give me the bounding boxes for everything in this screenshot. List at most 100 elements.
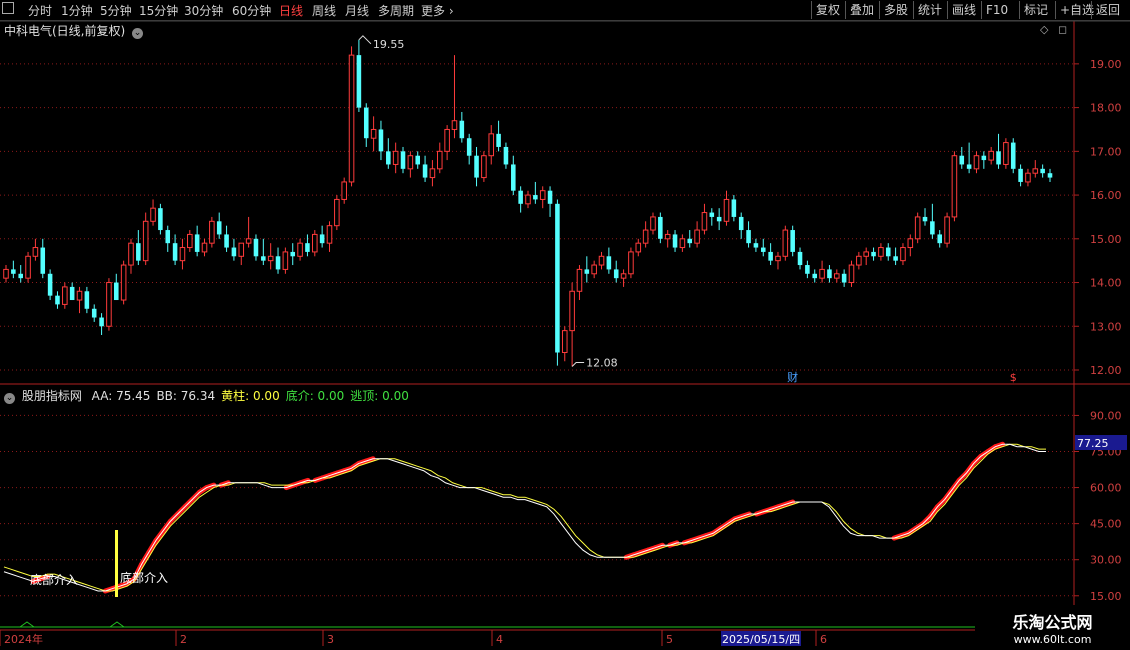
- candle-body: [827, 269, 832, 279]
- candle-body: [386, 151, 391, 165]
- candle-body: [91, 308, 97, 318]
- candle-body: [451, 120, 458, 130]
- candle-body: [305, 243, 310, 252]
- chevron-down-icon[interactable]: ⌄: [4, 393, 15, 404]
- candle-body: [533, 195, 538, 200]
- candle-body: [76, 290, 83, 301]
- current-value-text: 77.25: [1077, 437, 1109, 450]
- stock-chart[interactable]: 12.00 13.00 14.00 15.00 16.00 17.00 18.00 19.00…: [0, 0, 1130, 650]
- ind-ytick-5: 90.00: [1090, 409, 1122, 422]
- candle-body: [539, 190, 546, 200]
- restore-window-icon[interactable]: ◻: [1058, 23, 1067, 36]
- candle-body: [120, 264, 127, 301]
- candle-body: [84, 291, 90, 309]
- candle-body: [834, 273, 840, 279]
- green-peak-1: [109, 621, 125, 628]
- candle-body: [267, 255, 274, 262]
- candle-body: [672, 234, 678, 248]
- candle-body: [709, 212, 715, 217]
- event-marker-1: $: [1010, 371, 1017, 384]
- candle-body: [370, 128, 377, 139]
- candle-body: [790, 230, 795, 252]
- diamond-icon[interactable]: ◇: [1040, 23, 1048, 36]
- candle-body: [40, 247, 46, 274]
- candle-body: [187, 233, 193, 249]
- candle-body: [775, 255, 781, 262]
- candle-body: [863, 251, 869, 257]
- candle-body: [746, 230, 751, 244]
- green-peak-0: [19, 621, 35, 628]
- main-panel-title: 中科电气(日线,前复权) ⌄: [4, 24, 144, 39]
- candle-body: [871, 251, 876, 257]
- yellow-bar: [115, 530, 118, 597]
- candle-body: [856, 255, 862, 266]
- candle-body: [25, 255, 31, 279]
- chevron-down-icon[interactable]: ⌄: [132, 28, 144, 39]
- candle-body: [481, 155, 487, 179]
- bb-line: [3, 443, 1046, 592]
- min-pointer: [571, 362, 585, 367]
- candle-body: [172, 243, 178, 261]
- candle-body: [937, 234, 942, 244]
- event-marker-0: 财: [787, 370, 798, 384]
- candle-body: [687, 238, 693, 244]
- aa-line: [3, 443, 1046, 592]
- candle-body: [459, 120, 465, 139]
- candle-body: [1003, 142, 1009, 165]
- candle-body: [319, 234, 325, 244]
- candle-body: [760, 247, 766, 252]
- xaxis-label-4: 5: [666, 633, 673, 646]
- candle-body: [561, 330, 568, 354]
- main-ytick-1: 13.00: [1090, 320, 1122, 333]
- candle-body: [878, 247, 884, 257]
- candle-body: [812, 273, 818, 279]
- candle-body: [136, 243, 141, 261]
- candle-body: [959, 155, 965, 165]
- candle-body: [1040, 168, 1045, 174]
- candle-body: [62, 286, 68, 305]
- max-pointer: [358, 35, 372, 45]
- candle-body: [988, 150, 994, 161]
- candle-body: [429, 168, 436, 179]
- candle-body: [518, 190, 523, 204]
- candle-body: [47, 273, 53, 296]
- candle-body: [613, 269, 619, 279]
- candle-body: [701, 212, 708, 231]
- candle-body: [245, 238, 252, 244]
- candle-body: [753, 243, 759, 248]
- candle-body: [334, 198, 340, 227]
- main-ytick-3: 15.00: [1090, 233, 1122, 246]
- candle-body: [716, 216, 722, 222]
- main-ytick-7: 19.00: [1090, 58, 1122, 71]
- candle-body: [797, 251, 803, 266]
- candle-body: [150, 207, 156, 222]
- candle-body: [415, 155, 420, 165]
- candle-body: [106, 282, 112, 327]
- candle-body: [1010, 142, 1016, 169]
- candle-body: [341, 181, 347, 200]
- max-price-label: 19.55: [373, 38, 405, 51]
- candle-body: [694, 229, 700, 244]
- candle-body: [525, 194, 531, 205]
- candle-body: [128, 242, 134, 266]
- candle-body: [194, 234, 200, 252]
- candle-body: [966, 164, 972, 169]
- candle-body: [378, 129, 384, 152]
- candle-body: [356, 55, 362, 108]
- candle-body: [635, 242, 642, 253]
- candle-body: [576, 268, 583, 292]
- candle-body: [496, 133, 501, 147]
- candle-body: [275, 256, 281, 270]
- candle-body: [253, 238, 259, 257]
- indicator-values: AA: 75.45 BB: 76.34 黄柱: 0.00 底介: 0.00 逃顶: 0.…: [86, 389, 409, 403]
- candle-body: [326, 225, 333, 244]
- candle-body: [951, 155, 958, 218]
- candle-body: [436, 150, 443, 170]
- candle-body: [1032, 168, 1039, 174]
- main-ytick-0: 12.00: [1090, 364, 1122, 377]
- candle-body: [201, 242, 208, 253]
- candle-body: [782, 229, 789, 257]
- candle-body: [569, 290, 575, 332]
- candle-body: [209, 220, 215, 244]
- candle-body: [738, 216, 744, 231]
